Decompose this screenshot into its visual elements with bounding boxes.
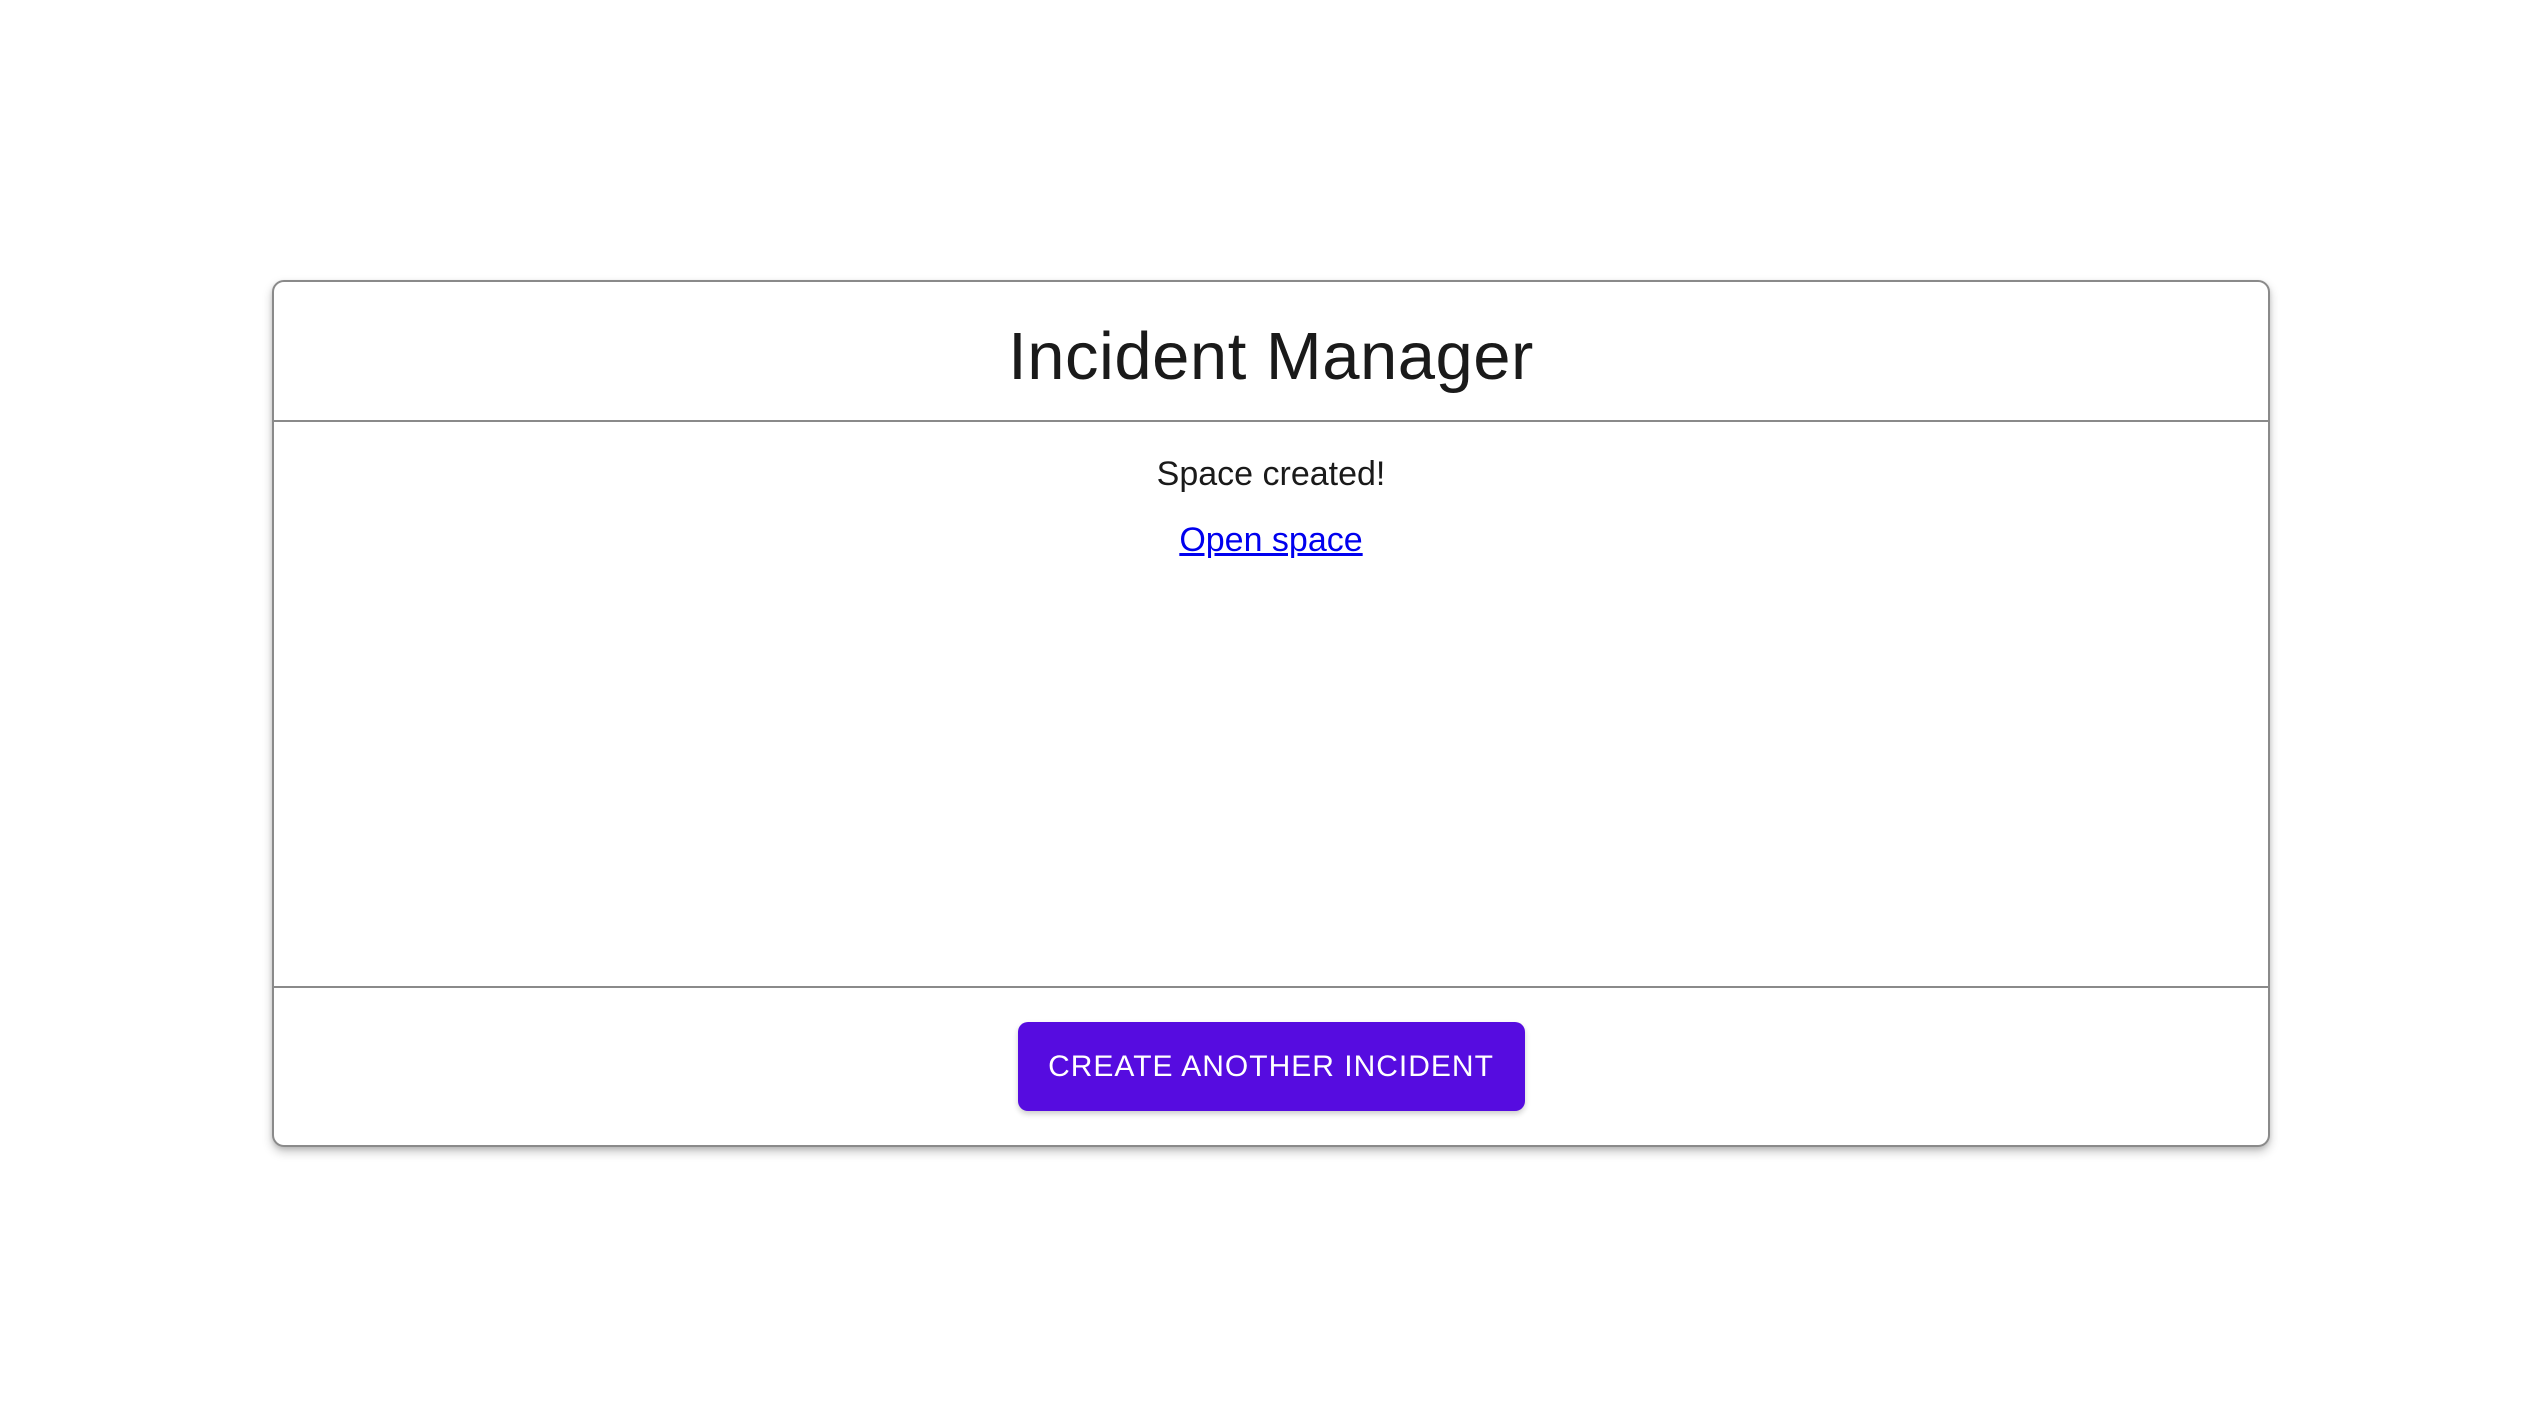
card-content: Space created! Open space xyxy=(274,422,2268,986)
status-message: Space created! xyxy=(1156,455,1386,493)
card-header: Incident Manager xyxy=(274,282,2268,420)
card-footer: CREATE ANOTHER INCIDENT xyxy=(274,988,2268,1145)
incident-manager-card: Incident Manager Space created! Open spa… xyxy=(272,280,2270,1147)
page-title: Incident Manager xyxy=(1008,318,1534,394)
create-another-incident-button[interactable]: CREATE ANOTHER INCIDENT xyxy=(1017,1022,1525,1111)
page-background: Incident Manager Space created! Open spa… xyxy=(0,0,2546,1427)
open-space-link[interactable]: Open space xyxy=(1179,518,1362,562)
